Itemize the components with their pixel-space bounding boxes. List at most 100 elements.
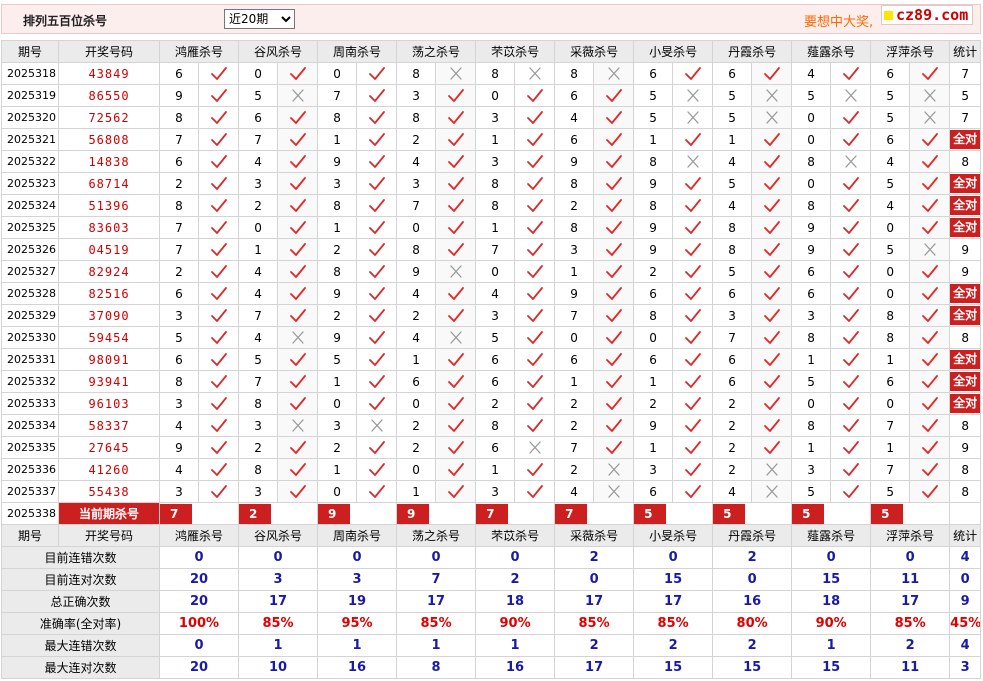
summary-value: 2 xyxy=(633,634,714,657)
check-icon xyxy=(909,260,951,283)
summary-label: 总正确次数 xyxy=(1,590,160,613)
check-icon xyxy=(830,304,872,327)
kill-number-cell: 6 xyxy=(475,436,516,459)
summary-value: 11 xyxy=(870,656,951,679)
kill-number-cell: 8 xyxy=(159,194,199,217)
summary-label: 目前连对次数 xyxy=(1,568,160,591)
kill-number-cell: 1 xyxy=(396,480,437,503)
kill-number-cell: 2 xyxy=(554,414,595,437)
kill-number-cell: 3 xyxy=(475,106,516,129)
current-kill-cell: 5 xyxy=(870,502,951,525)
summary-value: 11 xyxy=(870,568,951,591)
period-cell: 2025326 xyxy=(1,238,59,261)
kill-number-cell: 5 xyxy=(238,84,279,107)
check-icon xyxy=(830,62,872,85)
column-header: 采薇杀号 xyxy=(554,40,635,63)
check-icon xyxy=(197,260,240,283)
check-icon xyxy=(909,414,951,437)
check-icon xyxy=(909,436,951,459)
kill-number-cell: 1 xyxy=(870,348,911,371)
summary-value: 0 xyxy=(554,568,635,591)
draw-number-cell: 86550 xyxy=(58,84,160,107)
kill-number-cell: 4 xyxy=(554,480,595,503)
kill-number-cell: 8 xyxy=(238,392,279,415)
kill-number-cell: 0 xyxy=(633,326,674,349)
check-icon xyxy=(830,282,872,305)
kill-number-cell: 3 xyxy=(238,414,279,437)
check-icon xyxy=(356,106,398,129)
check-icon xyxy=(356,150,398,173)
check-icon xyxy=(830,238,872,261)
period-select[interactable]: 近20期 xyxy=(224,9,295,29)
check-icon xyxy=(751,414,793,437)
summary-value: 0 xyxy=(158,634,240,657)
current-kill-cell: 5 xyxy=(712,502,793,525)
kill-number-cell: 1 xyxy=(317,128,358,151)
kill-number-cell: 7 xyxy=(554,304,595,327)
current-kill-value: 5 xyxy=(634,503,667,524)
kill-number-cell: 5 xyxy=(791,84,832,107)
kill-number-cell: 7 xyxy=(159,216,199,239)
site-logo[interactable]: cz89.com xyxy=(881,5,974,25)
check-icon xyxy=(435,106,477,129)
check-icon xyxy=(514,326,556,349)
stat-cell: 8 xyxy=(949,326,982,349)
check-icon xyxy=(435,150,477,173)
current-kill-value: 9 xyxy=(318,503,351,524)
kill-number-cell: 4 xyxy=(238,282,279,305)
kill-number-cell: 6 xyxy=(712,282,753,305)
kill-number-cell: 9 xyxy=(317,326,358,349)
kill-number-cell: 5 xyxy=(317,348,358,371)
check-icon xyxy=(277,106,319,129)
current-kill-value: 5 xyxy=(871,503,904,524)
kill-number-cell: 6 xyxy=(870,370,911,393)
kill-number-cell: 1 xyxy=(554,370,595,393)
summary-value: 90% xyxy=(791,612,872,635)
kill-number-cell: 4 xyxy=(238,260,279,283)
period-cell: 2025338 xyxy=(1,502,59,525)
check-icon xyxy=(593,282,635,305)
check-icon xyxy=(593,304,635,327)
kill-number-cell: 2 xyxy=(159,260,199,283)
check-icon xyxy=(514,84,556,107)
kill-number-cell: 6 xyxy=(396,370,437,393)
kill-number-cell: 6 xyxy=(554,348,595,371)
check-icon xyxy=(751,150,793,173)
table-row: 2025330 59454 5 4 9 4 5 0 0 7 8 8 8 xyxy=(1,326,982,349)
summary-value: 3 xyxy=(317,568,398,591)
check-icon xyxy=(751,436,793,459)
draw-number-cell: 83603 xyxy=(58,216,160,239)
summary-value: 85% xyxy=(633,612,714,635)
check-icon xyxy=(593,216,635,239)
kill-number-cell: 9 xyxy=(633,216,674,239)
kill-number-cell: 6 xyxy=(554,128,595,151)
kill-number-cell: 8 xyxy=(396,106,437,129)
kill-number-cell: 2 xyxy=(633,260,674,283)
period-cell: 2025320 xyxy=(1,106,59,129)
check-icon xyxy=(356,194,398,217)
check-icon xyxy=(672,62,714,85)
summary-row: 目前连错次数 0 0 0 0 0 2 0 2 0 0 4 xyxy=(1,546,982,569)
current-kill-cell: 7 xyxy=(475,502,556,525)
kill-number-cell: 6 xyxy=(633,62,674,85)
check-icon xyxy=(197,436,240,459)
kill-number-cell: 5 xyxy=(712,172,753,195)
period-cell: 2025325 xyxy=(1,216,59,239)
kill-number-cell: 9 xyxy=(633,172,674,195)
check-icon xyxy=(672,238,714,261)
all-correct-badge: 全对 xyxy=(950,306,980,325)
check-icon xyxy=(909,480,951,503)
check-icon xyxy=(356,304,398,327)
current-kill-cell: 7 xyxy=(554,502,635,525)
header-row: 期号 开奖号码 鸿雁杀号 谷风杀号 周南杀号 荡之杀号 芣苡杀号 采薇杀号 小旻杀号 丹霞杀号 薤露… xyxy=(1,524,982,547)
kill-number-cell: 2 xyxy=(238,436,279,459)
kill-number-cell: 4 xyxy=(870,150,911,173)
summary-value: 17 xyxy=(554,590,635,613)
draw-number-cell: 82516 xyxy=(58,282,160,305)
current-kill-value: 2 xyxy=(239,503,272,524)
kill-number-cell: 2 xyxy=(712,414,753,437)
column-header: 谷风杀号 xyxy=(238,524,319,547)
kill-number-cell: 0 xyxy=(791,128,832,151)
kill-number-cell: 0 xyxy=(870,282,911,305)
check-icon xyxy=(751,172,793,195)
